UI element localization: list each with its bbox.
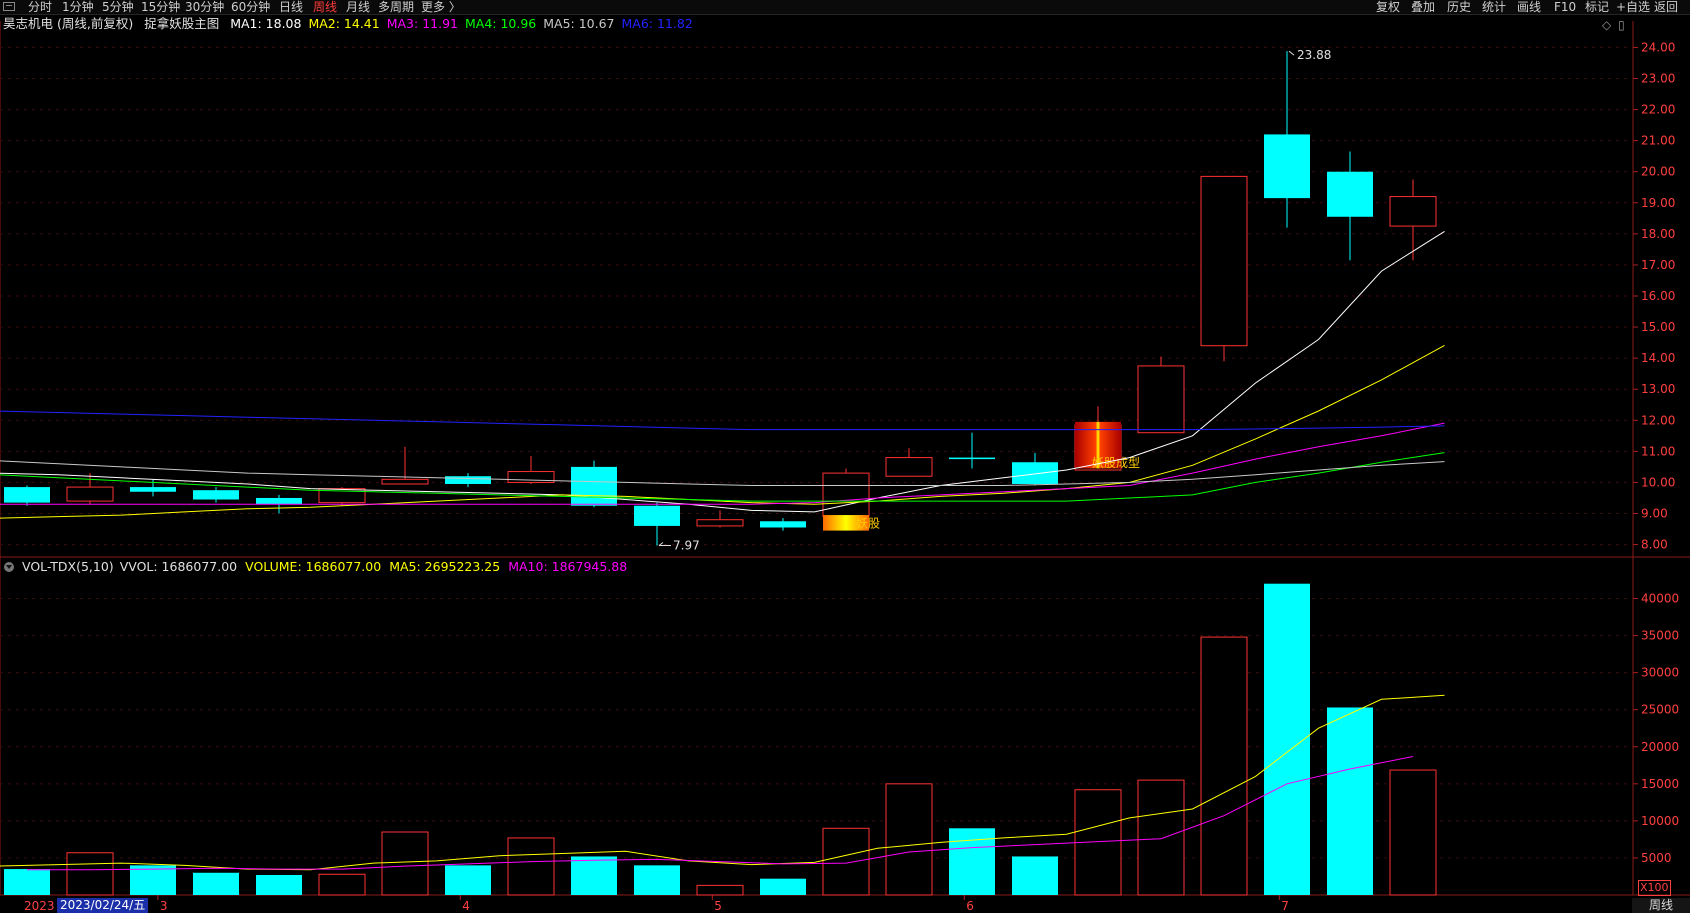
price-tick-label: 23.00: [1641, 72, 1675, 86]
x-month-label: 3: [160, 899, 168, 913]
volume-tick-label: 25000: [1641, 703, 1679, 717]
volume-tick-label: 5000: [1641, 851, 1672, 865]
candle-body: [571, 466, 617, 506]
candle-body: [1264, 134, 1310, 199]
candle-body: [193, 490, 239, 500]
candle-body: [1327, 171, 1373, 217]
volume-bar: [760, 878, 806, 895]
candle-body: [822, 472, 870, 518]
ma-line-MA5: [0, 460, 1445, 486]
volume-bar: [1137, 779, 1185, 896]
volume-bar: [318, 873, 366, 896]
volume-bar: [696, 884, 744, 896]
volume-bar: [634, 865, 680, 895]
candle-body: [1012, 462, 1058, 484]
volume-tick-label: 10000: [1641, 814, 1679, 828]
candle-body: [4, 487, 50, 503]
candle-body: [445, 476, 491, 484]
price-tick-label: 8.00: [1641, 538, 1668, 552]
price-tick-label: 15.00: [1641, 320, 1675, 334]
candle-body: [1200, 175, 1248, 347]
signal-label-1: 妖股: [856, 516, 880, 530]
volume-bar: [193, 872, 239, 895]
volume-bar: [4, 869, 50, 895]
volume-bar: [507, 837, 555, 896]
volume-bar: [1327, 707, 1373, 895]
x-month-label: 7: [1281, 899, 1289, 913]
price-tick-label: 21.00: [1641, 134, 1675, 148]
volume-bar: [1012, 856, 1058, 895]
volume-tick-label: 30000: [1641, 666, 1679, 680]
price-tick-label: 19.00: [1641, 196, 1675, 210]
candle-body: [1389, 196, 1437, 227]
candle-body: [66, 486, 114, 502]
signal-label-2: 妖股成型: [1092, 456, 1140, 470]
price-tick-label: 18.00: [1641, 227, 1675, 241]
volume-bar: [885, 783, 933, 896]
low-arrow: [658, 542, 671, 547]
volume-bar: [949, 828, 995, 895]
candle-body: [696, 519, 744, 527]
chart-canvas[interactable]: 24.00 23.00 22.00 21.00 20.00 19.00 18.00 17.00…: [0, 0, 1690, 913]
price-tick-label: 20.00: [1641, 165, 1675, 179]
volume-bar: [822, 827, 870, 896]
price-tick-label: 9.00: [1641, 507, 1668, 521]
volume-bar: [1389, 769, 1437, 896]
volume-tick-label: 20000: [1641, 740, 1679, 754]
high-arrow: [1288, 50, 1295, 56]
volume-tick-label: 35000: [1641, 629, 1679, 643]
price-tick-label: 13.00: [1641, 382, 1675, 396]
candle-body: [381, 478, 429, 485]
candle-body: [634, 505, 680, 526]
candle-body: [949, 457, 995, 460]
volume-unit-label: X100: [1638, 880, 1671, 896]
candle-body: [1137, 365, 1185, 434]
candle-body: [885, 457, 933, 477]
volume-bar: [66, 852, 114, 896]
volume-bar: [256, 874, 302, 895]
price-tick-label: 17.00: [1641, 258, 1675, 272]
cursor-date-badge: 2023/02/24/五: [57, 898, 149, 913]
price-tick-label: 12.00: [1641, 413, 1675, 427]
price-tick-label: 10.00: [1641, 475, 1675, 489]
x-month-label: 4: [462, 899, 470, 913]
x-month-label: 6: [966, 899, 974, 913]
price-tick-label: 16.00: [1641, 289, 1675, 303]
volume-tick-label: 15000: [1641, 777, 1679, 791]
volume-bar: [1200, 636, 1248, 896]
volume-bar: [381, 831, 429, 896]
period-label[interactable]: 周线: [1632, 898, 1690, 913]
x-month-label: 5: [714, 899, 722, 913]
volume-bar: [130, 865, 176, 895]
price-tick-label: 24.00: [1641, 40, 1675, 54]
x-year-label: 2023: [24, 899, 55, 913]
price-tick-label: 11.00: [1641, 444, 1675, 458]
price-tick-label: 14.00: [1641, 351, 1675, 365]
candle-body: [256, 497, 302, 505]
candle-body: [760, 521, 806, 528]
price-tick-label: 22.00: [1641, 103, 1675, 117]
volume-tick-label: 40000: [1641, 592, 1679, 606]
volume-bar: [571, 856, 617, 895]
low-price-label: 7.97: [673, 539, 700, 553]
volume-bar: [445, 865, 491, 895]
candle-body: [130, 487, 176, 492]
high-price-label: 23.88: [1297, 48, 1331, 62]
